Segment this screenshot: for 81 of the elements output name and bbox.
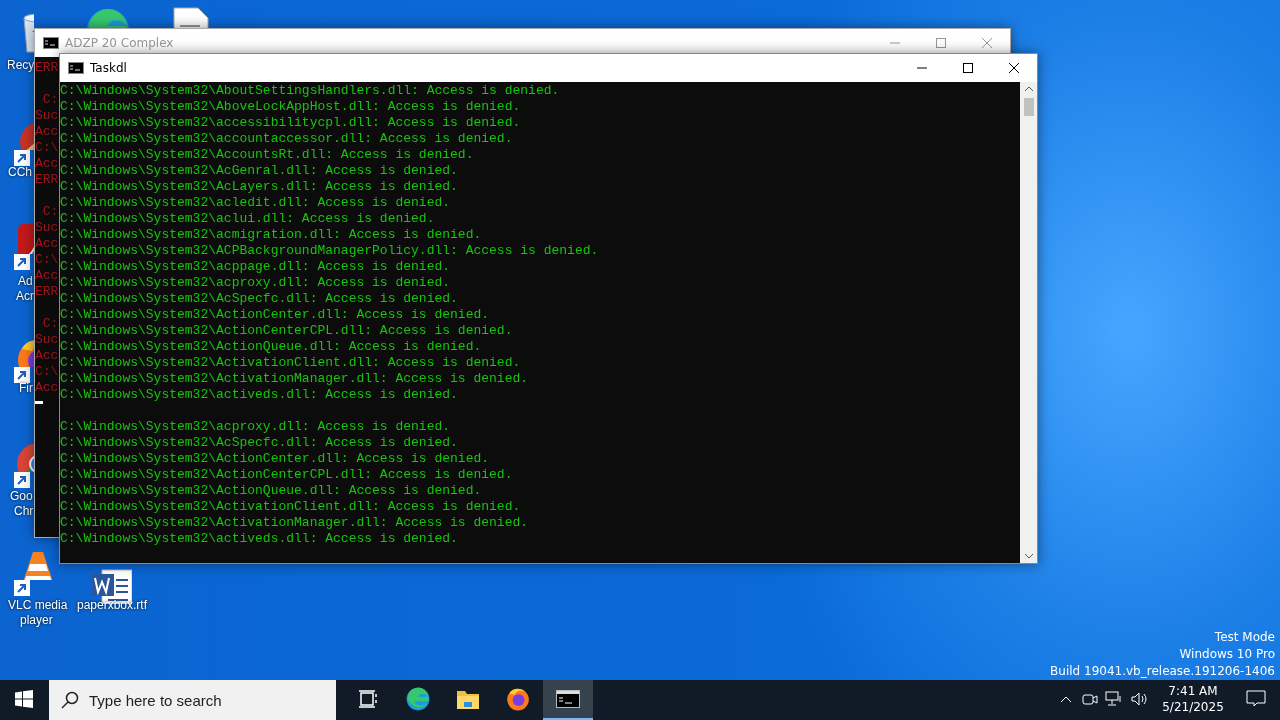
search-icon: [61, 691, 79, 709]
console-line: C:\Windows\System32\acledit.dll: Access is denied.: [60, 195, 451, 211]
text-cursor: [35, 401, 43, 404]
console-line: C:\Windows\System32\acppage.dll: Access is denied.: [60, 259, 451, 275]
icon-label: VLC media: [8, 598, 68, 613]
task-view-icon: [358, 690, 378, 708]
console-line: C:\Windows\System32\activeds.dll: Access is denied.: [60, 531, 458, 547]
icon-label: Fir: [19, 381, 33, 396]
scroll-thumb[interactable]: [1023, 98, 1034, 116]
taskbar-app[interactable]: [543, 680, 593, 720]
console-line: C:\Windows\System32\AcSpecfc.dll: Access is denied.: [60, 435, 458, 451]
console-line: C:\Windows\System32\ActionCenterCPL.dll: Access is denied.: [60, 467, 513, 483]
firefox-icon: [505, 686, 531, 712]
chevron-up-icon: [1060, 695, 1072, 703]
console-line: C:\Windows\System32\ActionCenter.dll: Access is denied.: [60, 451, 490, 467]
console-line: ERR: [35, 284, 59, 300]
close-icon: [1009, 63, 1019, 73]
console-line: Acc: [35, 124, 59, 140]
console-line: Suc: [35, 108, 59, 124]
console-line: C:\Windows\System32\ActivationManager.dll: Access is denied.: [60, 371, 529, 387]
start-icon: [15, 690, 33, 708]
icon-label: Ad: [18, 274, 33, 289]
console-line: C:: [41, 92, 59, 108]
console-line: C:: [41, 316, 59, 332]
icon-label: CCh: [8, 165, 32, 180]
icon-label: Acr: [16, 289, 34, 304]
console-line: C:\Windows\System32\AcSpecfc.dll: Access is denied.: [60, 291, 458, 307]
folder-icon: [456, 688, 480, 710]
console-line: C:\Windows\System32\accessibilitycpl.dll: Access is denied.: [60, 115, 521, 131]
console-line: C:\Windows\System32\accountaccessor.dll: Access is denied.: [60, 131, 513, 147]
edge-icon: [405, 686, 431, 712]
console-line: C:\Windows\System32\AcGenral.dll: Access is denied.: [60, 163, 458, 179]
console-line: Suc: [35, 220, 59, 236]
console-icon: [556, 690, 580, 708]
console-line: Acc: [35, 348, 59, 364]
console-line: C:\Windows\System32\AcLayers.dll: Access is denied.: [60, 179, 458, 195]
console-line: C:: [41, 204, 59, 220]
console-line: C:\Windows\System32\acproxy.dll: Access is denied.: [60, 275, 451, 291]
console-line: Acc: [35, 268, 59, 284]
console-line: C:\Windows\System32\ActionQueue.dll: Access is denied.: [60, 483, 482, 499]
os-notice-text: Windows 10 Pro: [1178, 646, 1275, 663]
clock[interactable]: 7:41 AM 5/21/2025: [1154, 680, 1232, 720]
window-title: ADZP 20 Complex: [65, 35, 174, 52]
icon-label: paperxbox.rtf: [77, 598, 148, 613]
console-line: Acc: [35, 236, 59, 252]
console-line: C:\Windows\System32\activeds.dll: Access is denied.: [60, 387, 458, 403]
console-icon: [68, 62, 84, 74]
console-line: Acc: [35, 380, 59, 396]
window-title: Taskdl: [90, 60, 127, 77]
icon-label: player: [20, 613, 53, 628]
console-line: C:\Windows\System32\AccountsRt.dll: Access is denied.: [60, 147, 474, 163]
console-line: C:\Windows\System32\acmigration.dll: Access is denied.: [60, 227, 482, 243]
console-line: C:\Windows\System32\ActionCenter.dll: Access is denied.: [60, 307, 490, 323]
close-icon: [982, 38, 992, 48]
icon-label: Chr: [14, 504, 34, 519]
console-line: C:\: [35, 140, 59, 156]
console-line: Suc: [35, 332, 59, 348]
console-line: C:\Windows\System32\ActivationManager.dll: Access is denied.: [60, 515, 529, 531]
os-notice-text: Test Mode: [1213, 629, 1275, 646]
console-line: C:\Windows\System32\aclui.dll: Access is denied.: [60, 211, 435, 227]
maximize-icon: [963, 63, 973, 73]
console-line: C:\: [35, 364, 59, 380]
icon-label: Recy: [7, 58, 35, 73]
search-field[interactable]: Type here to search: [49, 680, 336, 720]
console-line: C:\: [35, 252, 59, 268]
icon-label: Goo: [10, 489, 33, 504]
console-line: ERR: [35, 172, 59, 188]
console-line: C:\Windows\System32\AboutSettingsHandlers.dll: Access is denied.: [60, 83, 560, 99]
console-line: C:\Windows\System32\ActivationClient.dll: Access is denied.: [60, 499, 521, 515]
console-line: C:\Windows\System32\ACPBackgroundManagerPolicy.dll: Access is denied.: [60, 243, 599, 259]
console-line: C:\Windows\System32\ActionCenterCPL.dll: Access is denied.: [60, 323, 513, 339]
console-line: Acc: [35, 156, 59, 172]
console-line: C:\Windows\System32\ActionQueue.dll: Access is denied.: [60, 339, 482, 355]
console-icon: [43, 37, 59, 49]
console-line: C:\Windows\System32\AboveLockAppHost.dll: Access is denied.: [60, 99, 521, 115]
scrollbar[interactable]: [1020, 82, 1037, 563]
maximize-icon: [936, 38, 946, 48]
console-line: C:\Windows\System32\acproxy.dll: Access is denied.: [60, 419, 451, 435]
console-line: ERR: [35, 60, 59, 76]
os-notice-text: Build 19041.vb_release.191206-1406: [1050, 663, 1275, 680]
console-line: C:\Windows\System32\ActivationClient.dll: Access is denied.: [60, 355, 521, 371]
